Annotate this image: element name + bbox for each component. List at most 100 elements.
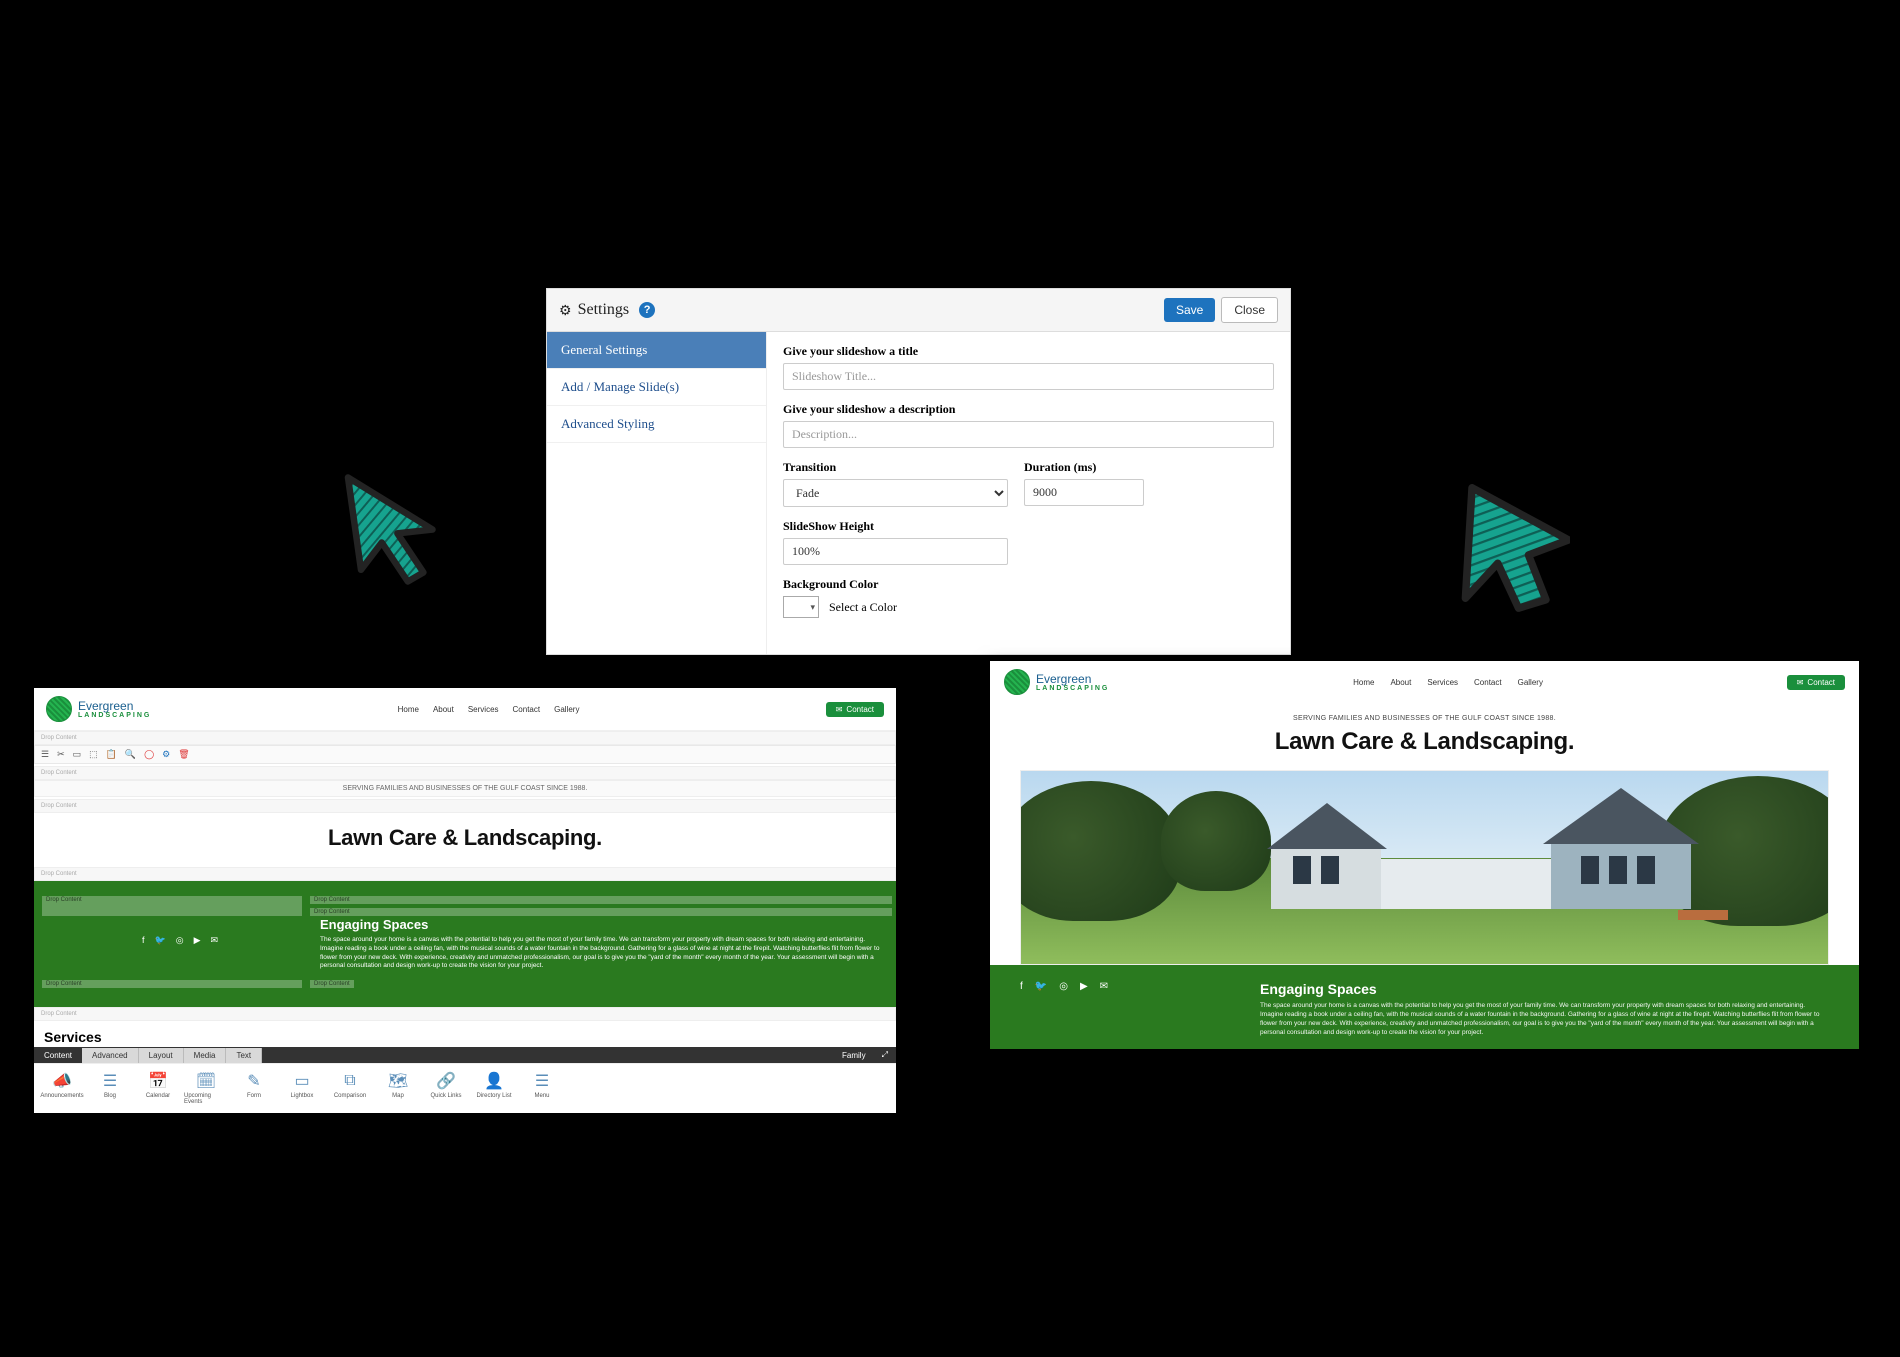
instagram-icon[interactable]: ◎ [1059,981,1068,1037]
editor-toolbar: ☰ ✂ ▭ ⬚ 📋 🔍 ◯ ⚙ 🗑 [34,745,896,764]
expand-icon[interactable]: ⤢ [874,1047,896,1063]
comp-quicklinks[interactable]: 🔗Quick Links [422,1068,470,1109]
tab-layout[interactable]: Layout [139,1048,184,1063]
toolbar-cut-icon[interactable]: ✂ [57,749,65,760]
tab-family[interactable]: Family [834,1048,874,1063]
label-select-color: Select a Color [829,600,897,615]
drop-zone[interactable]: Drop Content [34,731,896,745]
engaging-title: Engaging Spaces [320,917,880,932]
comp-lightbox[interactable]: ▭Lightbox [278,1068,326,1109]
drop-zone[interactable]: Drop Content [34,1007,896,1021]
drop-zone[interactable]: Drop Content [34,766,896,780]
editor-nav: Home About Services Contact Gallery [151,705,825,714]
nav-contact[interactable]: Contact [1474,678,1502,687]
settings-tabs: General Settings Add / Manage Slide(s) A… [547,332,767,654]
nav-services[interactable]: Services [468,705,499,714]
help-icon[interactable]: ? [639,302,655,318]
preview-engaging-block: f 🐦 ◎ ▶ ✉ Engaging Spaces The space arou… [990,965,1859,1049]
settings-title: Settings [578,301,630,319]
settings-panel: Settings ? Save Close General Settings A… [546,288,1291,655]
nav-home[interactable]: Home [1353,678,1374,687]
brand-sub: LANDSCAPING [78,712,151,719]
settings-header: Settings ? Save Close [547,289,1290,332]
drop-zone[interactable]: Drop Content [310,980,354,988]
twitter-icon[interactable]: 🐦 [154,935,165,971]
input-slideshow-title[interactable] [783,363,1274,390]
form-icon: ✎ [244,1072,264,1090]
color-swatch[interactable]: ▾ [783,596,819,618]
youtube-icon[interactable]: ▶ [194,935,201,971]
toolbar-circle-icon[interactable]: ◯ [144,749,154,760]
drop-zone[interactable]: Drop Content [42,980,302,988]
toolbar-trash-icon[interactable]: 🗑 [178,749,189,760]
settings-form: Give your slideshow a title Give your sl… [767,332,1290,654]
toolbar-paste-icon[interactable]: 📋 [106,749,117,760]
preview-window: Evergreen LANDSCAPING Home About Service… [990,661,1859,1049]
tab-text[interactable]: Text [226,1048,262,1063]
comp-announcements[interactable]: 📣Announcements [38,1068,86,1109]
select-transition[interactable]: Fade [783,479,1008,507]
drop-zone[interactable]: Drop Content [42,896,302,916]
comp-upcoming[interactable]: 🗓Upcoming Events [182,1068,230,1109]
comp-form[interactable]: ✎Form [230,1068,278,1109]
nav-about[interactable]: About [1390,678,1411,687]
comp-comparison[interactable]: ⧉Comparison [326,1068,374,1109]
comp-directory[interactable]: 👤Directory List [470,1068,518,1109]
tab-advanced-styling[interactable]: Advanced Styling [547,406,766,443]
contact-button[interactable]: ✉ Contact [1787,675,1845,690]
drop-zone[interactable]: Drop Content [34,799,896,813]
close-button[interactable]: Close [1221,297,1278,323]
editor-headline: Lawn Care & Landscaping. [34,813,896,867]
engaging-body: The space around your home is a canvas w… [320,936,880,971]
contact-button[interactable]: ✉ Contact [826,702,884,717]
gear-icon [559,302,572,319]
envelope-icon[interactable]: ✉ [1100,981,1108,1037]
tab-content[interactable]: Content [34,1048,82,1063]
drop-zone[interactable]: Drop Content [310,908,892,916]
section-services: Services [34,1021,896,1047]
nav-home[interactable]: Home [398,705,419,714]
tab-media[interactable]: Media [184,1048,227,1063]
tab-advanced[interactable]: Advanced [82,1048,139,1063]
toolbar-doc-icon[interactable]: ▭ [73,749,82,760]
preview-headline: Lawn Care & Landscaping. [990,722,1859,770]
comp-map[interactable]: 🗺Map [374,1068,422,1109]
label-bgcolor: Background Color [783,577,1274,592]
link-icon: 🔗 [436,1072,456,1090]
comp-calendar[interactable]: 📅Calendar [134,1068,182,1109]
comp-blog[interactable]: ☰Blog [86,1068,134,1109]
nav-gallery[interactable]: Gallery [554,705,579,714]
drop-zone[interactable]: Drop Content [34,867,896,881]
social-icons: f 🐦 ◎ ▶ ✉ [1020,981,1240,1037]
toolbar-select-icon[interactable]: ⬚ [89,749,98,760]
brand-logo[interactable]: Evergreen LANDSCAPING [46,696,151,722]
toolbar-menu-icon[interactable]: ☰ [41,749,49,760]
tab-general-settings[interactable]: General Settings [547,332,766,369]
youtube-icon[interactable]: ▶ [1080,981,1088,1037]
engaging-body: The space around your home is a canvas w… [1260,1001,1829,1037]
tab-manage-slides[interactable]: Add / Manage Slide(s) [547,369,766,406]
comp-menu[interactable]: ☰Menu [518,1068,566,1109]
preview-header: Evergreen LANDSCAPING Home About Service… [990,661,1859,703]
input-duration[interactable] [1024,479,1144,506]
toolbar-gear-icon[interactable]: ⚙ [162,749,170,760]
nav-contact[interactable]: Contact [513,705,541,714]
input-slideshow-height[interactable] [783,538,1008,565]
facebook-icon[interactable]: f [1020,981,1023,1037]
nav-services[interactable]: Services [1427,678,1458,687]
save-button[interactable]: Save [1164,298,1215,322]
contact-button-label: Contact [846,705,874,714]
facebook-icon[interactable]: f [142,935,145,971]
preview-tagline: SERVING FAMILIES AND BUSINESSES OF THE G… [990,715,1859,722]
nav-gallery[interactable]: Gallery [1518,678,1543,687]
brand-logo[interactable]: Evergreen LANDSCAPING [1004,669,1109,695]
toolbar-search-icon[interactable]: 🔍 [125,749,136,760]
social-icons: f 🐦 ◎ ▶ ✉ [50,935,310,971]
input-slideshow-description[interactable] [783,421,1274,448]
drop-zone[interactable]: Drop Content [310,896,892,904]
nav-about[interactable]: About [433,705,454,714]
envelope-icon[interactable]: ✉ [210,935,218,971]
twitter-icon[interactable]: 🐦 [1035,981,1047,1037]
instagram-icon[interactable]: ◎ [176,935,184,971]
label-slideshow-height: SlideShow Height [783,519,1274,534]
